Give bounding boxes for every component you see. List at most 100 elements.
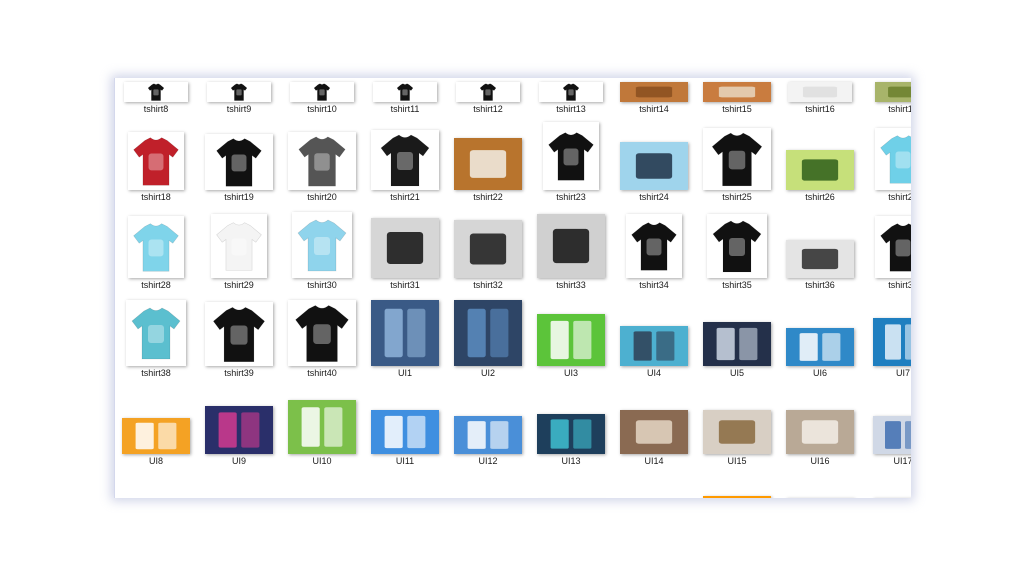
- file-thumbnail[interactable]: [371, 300, 439, 366]
- file-thumbnail[interactable]: [703, 82, 771, 102]
- file-thumbnail[interactable]: [703, 410, 771, 454]
- file-thumbnail[interactable]: Ai: [703, 496, 771, 498]
- file-item[interactable]: UI15: [696, 382, 778, 470]
- file-thumbnail[interactable]: [543, 122, 599, 190]
- file-thumbnail[interactable]: [205, 302, 273, 366]
- file-thumbnail[interactable]: [288, 300, 356, 366]
- file-item[interactable]: [613, 470, 695, 498]
- file-thumbnail[interactable]: [288, 400, 356, 454]
- file-item[interactable]: UI6: [779, 294, 861, 382]
- file-item[interactable]: [779, 470, 861, 498]
- file-item[interactable]: UI16: [779, 382, 861, 470]
- file-item[interactable]: You Tube: [862, 470, 911, 498]
- file-item[interactable]: tshirt21: [364, 118, 446, 206]
- file-item[interactable]: tshirt38: [115, 294, 197, 382]
- file-thumbnail[interactable]: [788, 82, 852, 102]
- file-thumbnail[interactable]: [786, 328, 854, 366]
- file-thumbnail[interactable]: [454, 220, 522, 278]
- file-item[interactable]: UI1: [364, 294, 446, 382]
- file-item[interactable]: tshirt30: [281, 206, 363, 294]
- file-thumbnail[interactable]: [703, 322, 771, 366]
- file-thumbnail[interactable]: [707, 214, 767, 278]
- file-thumbnail[interactable]: [456, 82, 520, 102]
- file-thumbnail[interactable]: [207, 82, 271, 102]
- file-item[interactable]: tshirt27: [862, 118, 911, 206]
- file-item[interactable]: tshirt10: [281, 78, 363, 118]
- file-thumbnail[interactable]: [786, 240, 854, 278]
- file-item[interactable]: UI9: [198, 382, 280, 470]
- file-item[interactable]: tshirt36: [779, 206, 861, 294]
- file-thumbnail[interactable]: [873, 416, 911, 454]
- file-item[interactable]: UI5: [696, 294, 778, 382]
- file-thumbnail[interactable]: [620, 82, 688, 102]
- file-thumbnail[interactable]: [786, 410, 854, 454]
- file-thumbnail[interactable]: [703, 128, 771, 190]
- file-thumbnail[interactable]: [620, 410, 688, 454]
- file-thumbnail[interactable]: [292, 212, 352, 278]
- file-thumbnail[interactable]: [539, 82, 603, 102]
- file-thumbnail[interactable]: [537, 414, 605, 454]
- file-thumbnail[interactable]: [290, 82, 354, 102]
- file-thumbnail[interactable]: [537, 314, 605, 366]
- file-item[interactable]: Ai: [696, 470, 778, 498]
- file-thumbnail[interactable]: [454, 416, 522, 454]
- file-thumbnail[interactable]: [875, 128, 911, 190]
- file-item[interactable]: [281, 470, 363, 498]
- file-item[interactable]: tshirt18: [115, 118, 197, 206]
- file-item[interactable]: tshirt37: [862, 206, 911, 294]
- file-item[interactable]: tshirt22: [447, 118, 529, 206]
- file-item[interactable]: tshirt23: [530, 118, 612, 206]
- file-item[interactable]: tshirt11: [364, 78, 446, 118]
- file-item[interactable]: UI14: [613, 382, 695, 470]
- file-thumbnail[interactable]: [124, 82, 188, 102]
- file-thumbnail[interactable]: [537, 214, 605, 278]
- file-item[interactable]: UI13: [530, 382, 612, 470]
- file-item[interactable]: UI7: [862, 294, 911, 382]
- file-item[interactable]: tshirt39: [198, 294, 280, 382]
- file-item[interactable]: tshirt28: [115, 206, 197, 294]
- file-item[interactable]: tshirt34: [613, 206, 695, 294]
- file-thumbnail[interactable]: [128, 216, 184, 278]
- file-item[interactable]: UI2: [447, 294, 529, 382]
- file-thumbnail[interactable]: [873, 318, 911, 366]
- file-thumbnail[interactable]: [626, 214, 682, 278]
- file-item[interactable]: tshirt16: [779, 78, 861, 118]
- file-thumbnail[interactable]: [128, 132, 184, 190]
- file-thumbnail[interactable]: [373, 82, 437, 102]
- file-item[interactable]: [530, 470, 612, 498]
- file-item[interactable]: tshirt26: [779, 118, 861, 206]
- file-thumbnail[interactable]: [205, 406, 273, 454]
- file-item[interactable]: tshirt19: [198, 118, 280, 206]
- file-item[interactable]: tshirt31: [364, 206, 446, 294]
- file-item[interactable]: UI12: [447, 382, 529, 470]
- file-item[interactable]: tshirt33: [530, 206, 612, 294]
- file-item[interactable]: [115, 470, 197, 498]
- file-item[interactable]: UI10: [281, 382, 363, 470]
- file-thumbnail[interactable]: [620, 142, 688, 190]
- file-item[interactable]: [198, 470, 280, 498]
- file-item[interactable]: tshirt8: [115, 78, 197, 118]
- file-thumbnail[interactable]: [211, 214, 267, 278]
- file-thumbnail[interactable]: [620, 326, 688, 366]
- file-item[interactable]: tshirt15: [696, 78, 778, 118]
- file-item[interactable]: tshirt17: [862, 78, 911, 118]
- file-item[interactable]: tshirt14: [613, 78, 695, 118]
- file-item[interactable]: tshirt35: [696, 206, 778, 294]
- file-item[interactable]: tshirt29: [198, 206, 280, 294]
- file-item[interactable]: tshirt32: [447, 206, 529, 294]
- file-item[interactable]: tshirt20: [281, 118, 363, 206]
- file-thumbnail[interactable]: [786, 150, 854, 190]
- file-thumbnail[interactable]: [454, 300, 522, 366]
- file-item[interactable]: tshirt40: [281, 294, 363, 382]
- file-item[interactable]: tshirt12: [447, 78, 529, 118]
- file-thumbnail[interactable]: [454, 138, 522, 190]
- file-item[interactable]: UI3: [530, 294, 612, 382]
- file-thumbnail[interactable]: [205, 134, 273, 190]
- file-item[interactable]: UI17: [862, 382, 911, 470]
- file-thumbnail[interactable]: [875, 82, 911, 102]
- file-item[interactable]: [447, 470, 529, 498]
- file-item[interactable]: tshirt9: [198, 78, 280, 118]
- file-item[interactable]: tshirt24: [613, 118, 695, 206]
- file-item[interactable]: [364, 470, 446, 498]
- file-thumbnail[interactable]: [371, 130, 439, 190]
